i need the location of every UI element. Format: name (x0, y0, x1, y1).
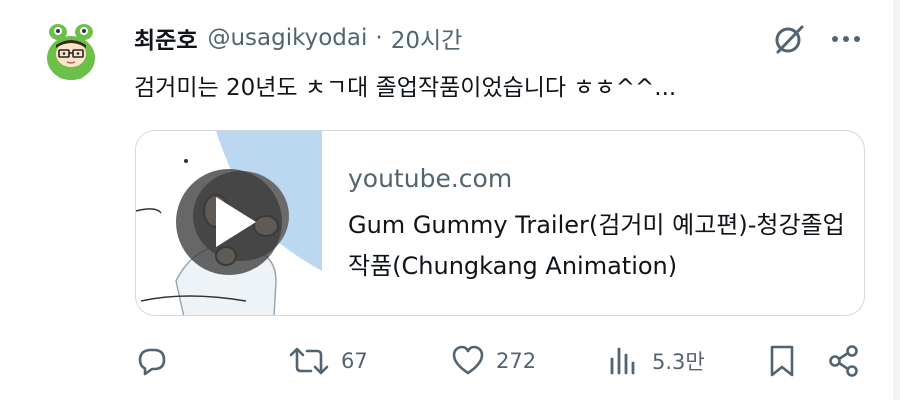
card-title: Gum Gummy Trailer(검거미 예고편)-청강졸업작품(Chungk… (348, 211, 845, 280)
views-icon (610, 347, 635, 375)
grok-button[interactable] (770, 20, 808, 58)
action-bar: 67 272 5.3만 (0, 336, 900, 386)
avatar[interactable] (40, 18, 102, 80)
reply-icon (138, 348, 166, 376)
scrollbar[interactable] (893, 0, 900, 400)
frog-avatar-image (40, 18, 102, 80)
video-thumbnail[interactable] (136, 131, 322, 315)
separator-dot: · (375, 25, 383, 51)
bookmark-button[interactable] (764, 336, 800, 386)
like-count: 272 (496, 349, 537, 373)
card-text[interactable]: youtube.com Gum Gummy Trailer(검거미 예고편)-청… (348, 159, 848, 287)
share-icon (829, 345, 858, 377)
more-icon (832, 36, 860, 42)
views-button[interactable]: 5.3만 (606, 336, 705, 386)
card-domain: youtube.com (348, 164, 513, 193)
tweet-text: 검거미는 20년도 ㅊㄱ대 졸업작품이었습니다 ㅎㅎ^^... (134, 75, 677, 101)
like-button[interactable]: 272 (450, 336, 536, 386)
link-preview-card[interactable]: youtube.com Gum Gummy Trailer(검거미 예고편)-청… (135, 130, 865, 316)
retweet-icon (289, 347, 329, 375)
views-count: 5.3만 (652, 350, 705, 374)
reply-button[interactable] (134, 336, 180, 386)
username-handle[interactable]: @usagikyodai (207, 25, 367, 51)
share-button[interactable] (826, 336, 862, 386)
retweet-count: 67 (341, 349, 368, 373)
display-name[interactable]: 최준호 (134, 21, 197, 55)
tweet[interactable]: 최준호 @usagikyodai · 20시간 검거미는 20년도 ㅊㄱ대 졸업… (0, 0, 900, 400)
retweet-button[interactable]: 67 (287, 336, 368, 386)
more-button[interactable] (826, 20, 866, 58)
bookmark-icon (770, 345, 794, 377)
tweet-header: 최준호 @usagikyodai · 20시간 (134, 18, 462, 58)
grok-icon (775, 25, 804, 54)
heart-icon (452, 345, 484, 375)
timestamp[interactable]: 20시간 (391, 21, 463, 55)
play-icon[interactable] (174, 167, 284, 277)
